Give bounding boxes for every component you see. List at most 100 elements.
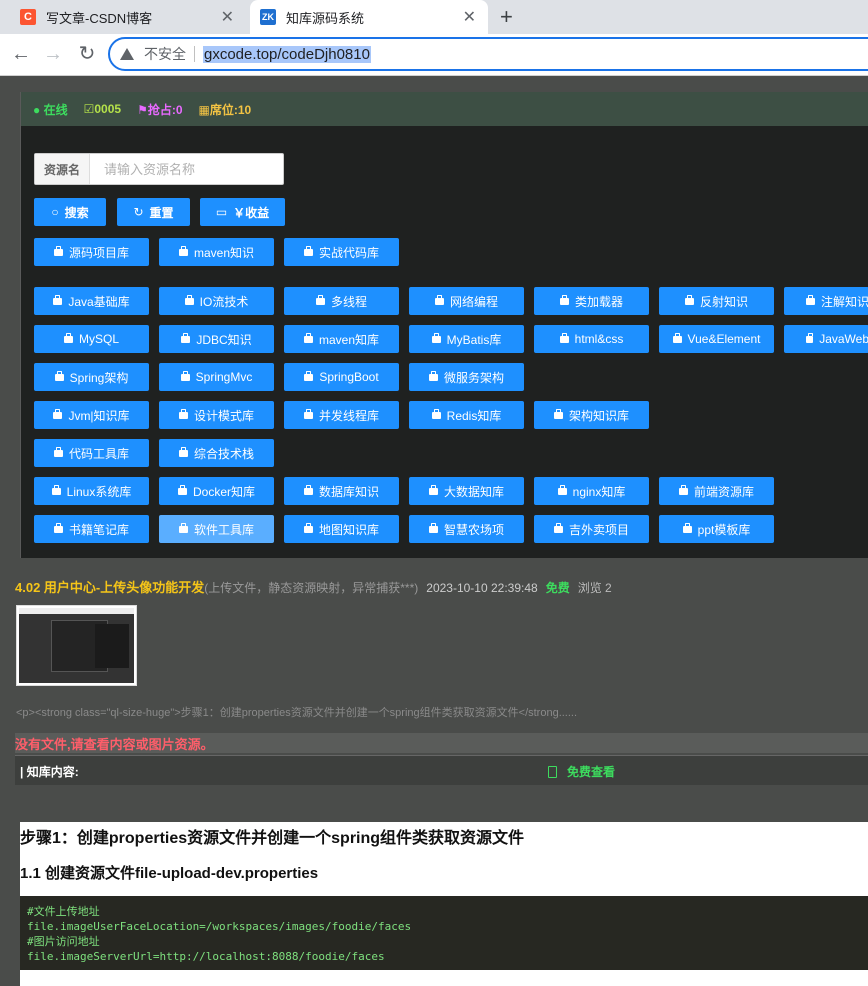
category-label: 设计模式库	[193, 408, 254, 423]
category-label: 数据库知识	[318, 484, 379, 499]
category-button[interactable]: 实战代码库	[284, 238, 399, 266]
briefcase-icon	[434, 294, 444, 305]
category-button[interactable]: 前端资源库	[659, 477, 774, 505]
free-view-button[interactable]: 免费查看	[548, 763, 615, 780]
category-button[interactable]: 网络编程	[409, 287, 524, 315]
category-label: 并发线程库	[318, 408, 379, 423]
category-label: Docker知库	[192, 484, 255, 499]
category-button[interactable]: IO流技术	[159, 287, 274, 315]
category-label: Spring架构	[69, 370, 129, 385]
category-button[interactable]: 并发线程库	[284, 401, 399, 429]
category-button[interactable]: 注解知识	[784, 287, 868, 315]
article-subtitle: (上传文件，静态资源映射，异常捕获***)	[204, 581, 419, 595]
category-button[interactable]: 反射知识	[659, 287, 774, 315]
category-button[interactable]: 多线程	[284, 287, 399, 315]
category-button[interactable]: 微服务架构	[409, 363, 524, 391]
category-button[interactable]: ppt模板库	[659, 515, 774, 543]
category-button[interactable]: Redis知库	[409, 401, 524, 429]
category-button[interactable]: JDBC知识	[159, 325, 274, 353]
tab-csdn[interactable]: C 写文章-CSDN博客 ✕	[8, 0, 246, 34]
category-button[interactable]: 智慧农场项	[409, 515, 524, 543]
refresh-icon: ↻	[133, 205, 144, 219]
code-line: file.imageServerUrl=http://localhost:808…	[27, 950, 385, 963]
briefcase-icon	[428, 484, 438, 495]
earnings-button-label: ￥收益	[233, 205, 270, 220]
search-label: 资源名	[35, 154, 90, 184]
briefcase-icon	[428, 370, 438, 381]
category-button[interactable]: 综合技术栈	[159, 439, 274, 467]
article-thumbnail[interactable]	[16, 605, 137, 686]
category-button[interactable]: maven知库	[284, 325, 399, 353]
url-text[interactable]: gxcode.top/codeDjh0810	[203, 45, 371, 63]
category-label: SpringMvc	[195, 370, 253, 384]
category-button[interactable]: Vue&Element	[659, 325, 774, 353]
category-button[interactable]: SpringBoot	[284, 363, 399, 391]
category-label: maven知库	[318, 332, 380, 347]
briefcase-icon	[303, 408, 313, 419]
slot-badge: ▦席位:10	[198, 102, 252, 117]
category-label: 综合技术栈	[193, 446, 254, 461]
close-icon[interactable]: ✕	[463, 7, 476, 27]
tab-zhiku[interactable]: ZK 知库源码系统 ✕	[250, 0, 488, 34]
forward-arrow-icon[interactable]: →	[41, 42, 65, 66]
search-input[interactable]	[90, 154, 283, 184]
briefcase-icon	[559, 332, 569, 343]
article-title[interactable]: 4.02 用户中心-上传头像功能开发	[15, 580, 204, 595]
category-label: 软件工具库	[193, 522, 254, 537]
briefcase-icon	[63, 332, 73, 343]
category-button[interactable]: Jvm|知识库	[34, 401, 149, 429]
reload-icon[interactable]: ↻	[75, 42, 99, 66]
category-button[interactable]: MySQL	[34, 325, 149, 353]
category-button[interactable]: 地图知识库	[284, 515, 399, 543]
category-label: 地图知识库	[318, 522, 379, 537]
page-content: ● 在线 ☑0005 ⚑抢占:0 ▦席位:10 资源名 ○ 搜索 ↻ 重置 ▭ ￥收益…	[0, 77, 868, 986]
category-button[interactable]: MyBatis库	[409, 325, 524, 353]
code-block: #文件上传地址 file.imageUserFaceLocation=/work…	[20, 896, 868, 970]
category-label: 多线程	[330, 294, 367, 309]
category-button[interactable]: maven知识	[159, 238, 274, 266]
category-button[interactable]: 书籍笔记库	[34, 515, 149, 543]
category-button[interactable]: Linux系统库	[34, 477, 149, 505]
category-button[interactable]: JavaWeb	[784, 325, 868, 353]
briefcase-icon	[315, 294, 325, 305]
briefcase-icon	[303, 332, 313, 343]
new-tab-icon[interactable]: +	[500, 4, 513, 30]
category-button[interactable]: html&css	[534, 325, 649, 353]
category-label: html&css	[574, 332, 624, 346]
reset-button-label: 重置	[149, 205, 174, 220]
content-header-bar: | 知库内容: 免费查看	[15, 755, 868, 785]
category-button[interactable]: 类加载器	[534, 287, 649, 315]
close-icon[interactable]: ✕	[221, 7, 234, 27]
category-button[interactable]: nginx知库	[534, 477, 649, 505]
category-button[interactable]: 源码项目库	[34, 238, 149, 266]
category-label: 实战代码库	[318, 245, 379, 260]
category-label: 智慧农场项	[443, 522, 504, 537]
grab-badge: ⚑抢占:0	[137, 102, 183, 117]
back-arrow-icon[interactable]: ←	[9, 42, 33, 66]
category-button[interactable]: 架构知识库	[534, 401, 649, 429]
search-button[interactable]: ○ 搜索	[34, 198, 106, 226]
address-bar[interactable]: 不安全 gxcode.top/codeDjh0810	[108, 37, 868, 71]
category-label: 书籍笔记库	[68, 522, 129, 537]
online-label: 在线	[43, 102, 68, 117]
briefcase-icon	[54, 370, 64, 381]
briefcase-icon	[672, 332, 682, 343]
briefcase-icon	[53, 446, 63, 457]
category-button[interactable]: 吉外卖项目	[534, 515, 649, 543]
reset-button[interactable]: ↻ 重置	[117, 198, 190, 226]
content-label: | 知库内容:	[20, 765, 79, 779]
category-label: nginx知库	[572, 484, 626, 499]
doc-heading-1: 步骤1：创建properties资源文件并创建一个spring组件类获取资源文件	[20, 830, 525, 847]
category-button[interactable]: Docker知库	[159, 477, 274, 505]
category-button[interactable]: SpringMvc	[159, 363, 274, 391]
category-button[interactable]: 大数据知库	[409, 477, 524, 505]
wallet-icon: ▭	[215, 205, 228, 219]
category-button[interactable]: 数据库知识	[284, 477, 399, 505]
briefcase-icon	[553, 408, 563, 419]
category-button-active[interactable]: 软件工具库	[159, 515, 274, 543]
category-button[interactable]: Spring架构	[34, 363, 149, 391]
category-button[interactable]: Java基础库	[34, 287, 149, 315]
earnings-button[interactable]: ▭ ￥收益	[200, 198, 285, 226]
category-button[interactable]: 设计模式库	[159, 401, 274, 429]
category-button[interactable]: 代码工具库	[34, 439, 149, 467]
